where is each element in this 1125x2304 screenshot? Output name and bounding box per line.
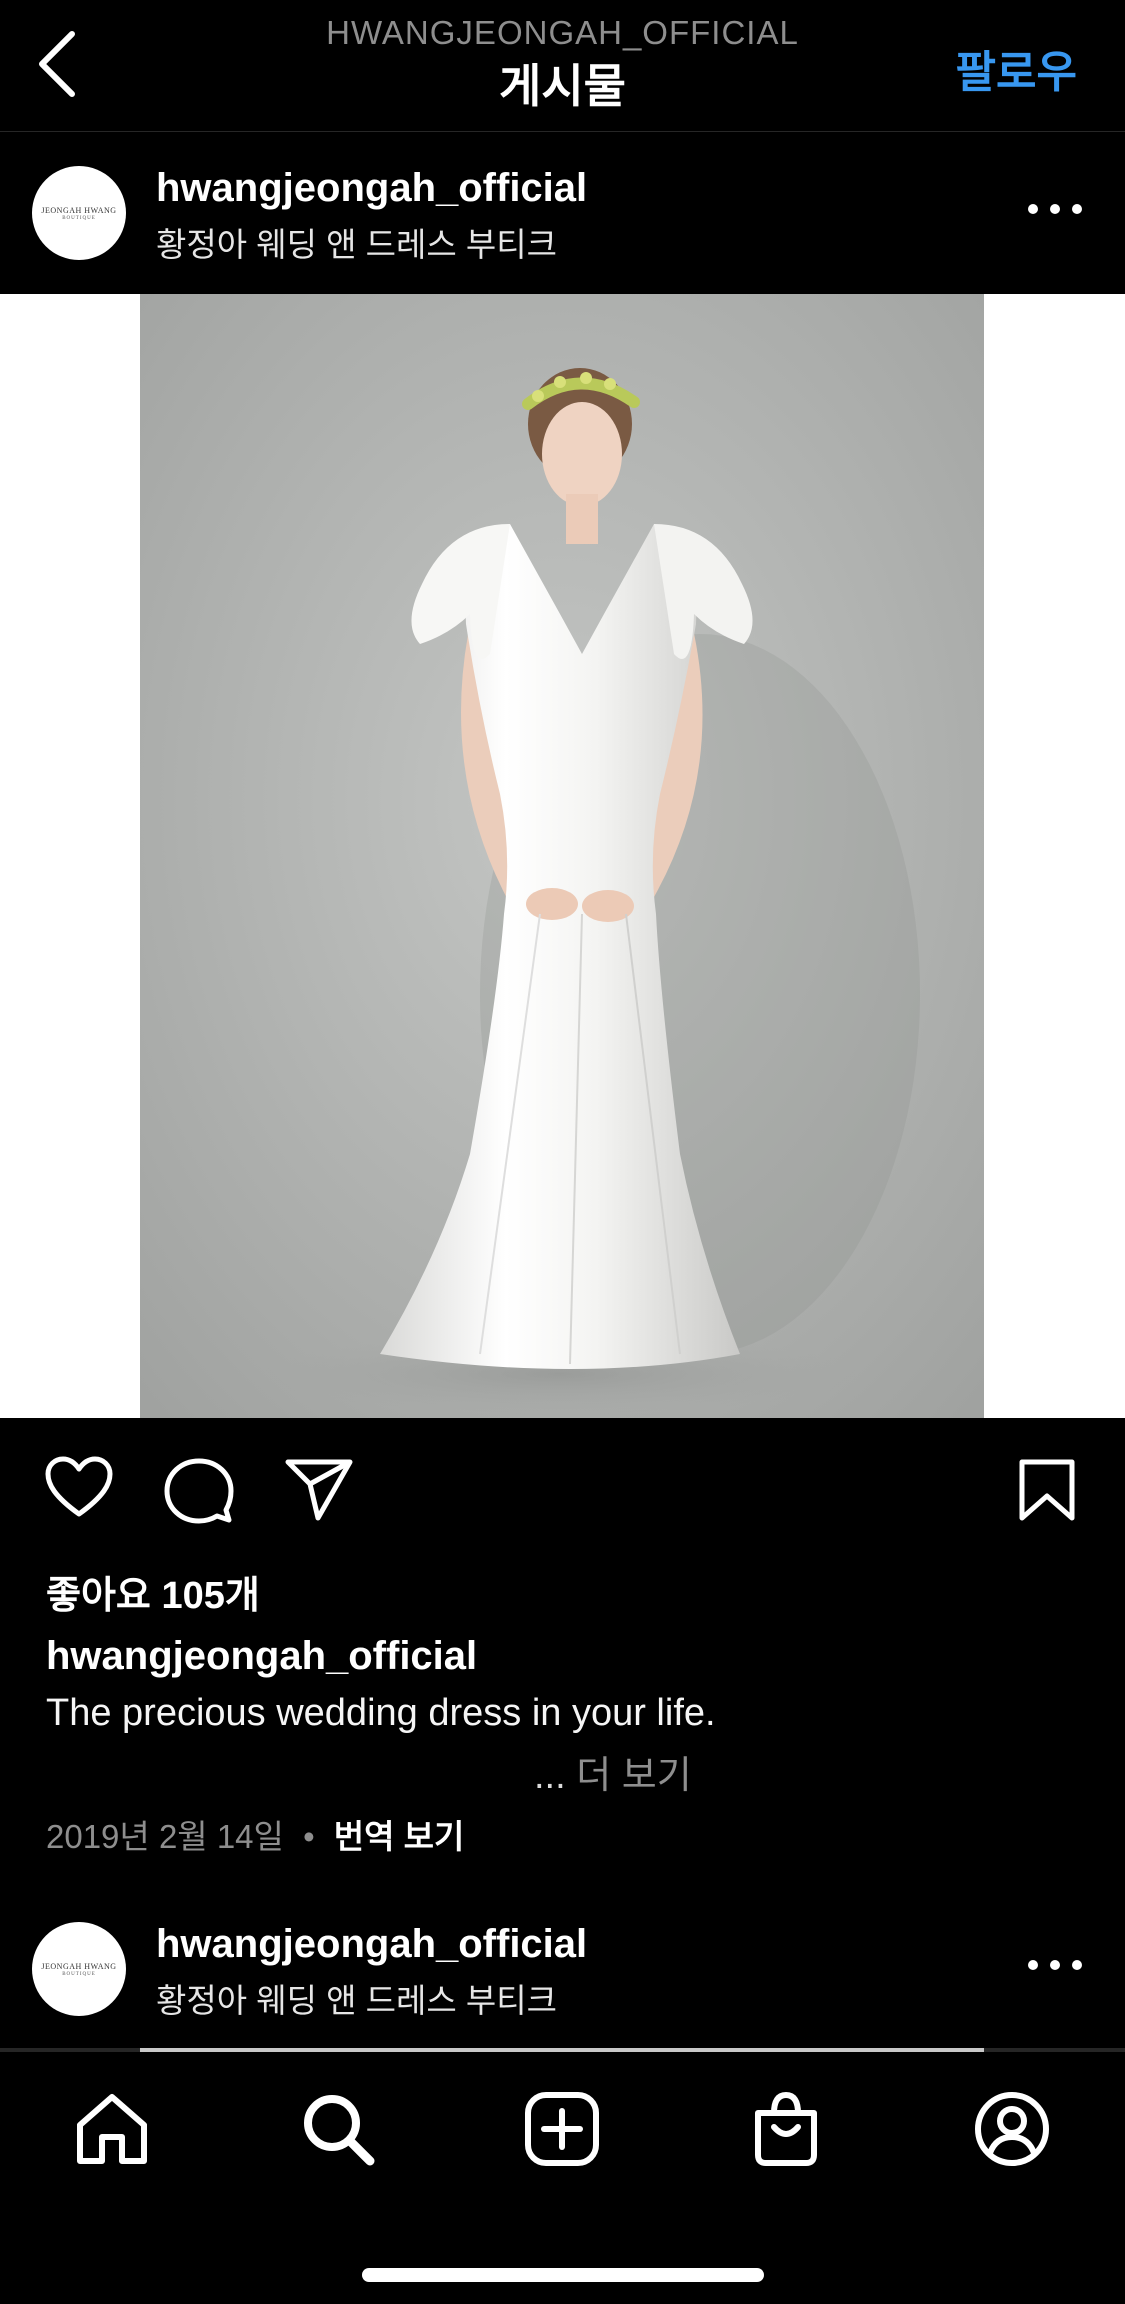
post-username[interactable]: hwangjeongah_official	[156, 166, 587, 211]
next-post-avatar[interactable]: JEONGAH HWANG BOUTIQUE	[32, 1922, 126, 2016]
avatar-logo-text: JEONGAH HWANG	[41, 205, 117, 215]
next-post-username[interactable]: hwangjeongah_official	[156, 1922, 587, 1967]
top-nav-bar: HWANGJEONGAH_OFFICIAL 게시물 팔로우	[0, 0, 1125, 132]
next-post-media-edge	[140, 2048, 984, 2052]
avatar[interactable]: JEONGAH HWANG BOUTIQUE	[32, 166, 126, 260]
tab-create[interactable]	[522, 2089, 602, 2169]
caption-username[interactable]: hwangjeongah_official	[46, 1634, 477, 1679]
share-button[interactable]	[284, 1458, 354, 1527]
caption-text: The precious wedding dress in your life.	[46, 1692, 716, 1734]
save-button[interactable]	[1018, 1458, 1076, 1527]
post-header: JEONGAH HWANG BOUTIQUE hwangjeongah_offi…	[0, 134, 1125, 294]
avatar-logo-subtext: BOUTIQUE	[62, 215, 96, 221]
post-date: 2019년 2월 14일	[46, 1818, 284, 1855]
shopping-bag-icon	[755, 2091, 817, 2166]
next-post-header: JEONGAH HWANG BOUTIQUE hwangjeongah_offi…	[0, 1890, 1125, 2050]
post-photo[interactable]	[140, 294, 984, 1418]
tab-profile[interactable]	[972, 2089, 1052, 2169]
next-post-location[interactable]: 황정아 웨딩 앤 드레스 부티크	[156, 1974, 557, 2022]
see-more-link[interactable]: ... 더 보기	[534, 1744, 692, 1799]
tab-home[interactable]	[72, 2089, 152, 2169]
more-horizontal-icon	[1028, 1960, 1082, 1970]
meta-separator: •	[303, 1818, 315, 1855]
search-icon	[304, 2095, 375, 2166]
tab-shop[interactable]	[746, 2089, 826, 2169]
more-horizontal-icon	[1028, 204, 1082, 214]
heart-icon	[45, 1456, 113, 1517]
like-button[interactable]	[44, 1456, 114, 1525]
likes-count[interactable]: 좋아요 105개	[46, 1564, 260, 1619]
profile-icon	[975, 2092, 1049, 2166]
bookmark-icon	[1019, 1459, 1075, 1521]
next-post-more-button[interactable]	[1025, 1950, 1085, 1980]
see-more-ellipsis: ...	[534, 1755, 566, 1797]
more-options-button[interactable]	[1025, 194, 1085, 224]
translate-link[interactable]: 번역 보기	[334, 1818, 465, 1855]
comment-bubble-icon	[164, 1458, 234, 1524]
plus-square-icon	[525, 2092, 599, 2166]
post-media[interactable]	[0, 294, 1125, 1418]
see-more-label: 더 보기	[576, 1755, 692, 1797]
tab-search[interactable]	[298, 2089, 378, 2169]
wedding-dress-photo	[140, 294, 984, 1418]
comment-button[interactable]	[164, 1456, 234, 1529]
home-icon	[77, 2094, 147, 2164]
follow-button[interactable]: 팔로우	[956, 36, 1077, 100]
post-meta: 2019년 2월 14일 • 번역 보기	[46, 1810, 464, 1858]
bottom-tab-bar	[0, 2053, 1125, 2304]
paper-plane-icon	[285, 1459, 353, 1521]
home-indicator[interactable]	[362, 2268, 764, 2282]
avatar-logo-subtext: BOUTIQUE	[62, 1971, 96, 1977]
avatar-logo-text: JEONGAH HWANG	[41, 1961, 117, 1971]
post-location[interactable]: 황정아 웨딩 앤 드레스 부티크	[156, 218, 557, 266]
